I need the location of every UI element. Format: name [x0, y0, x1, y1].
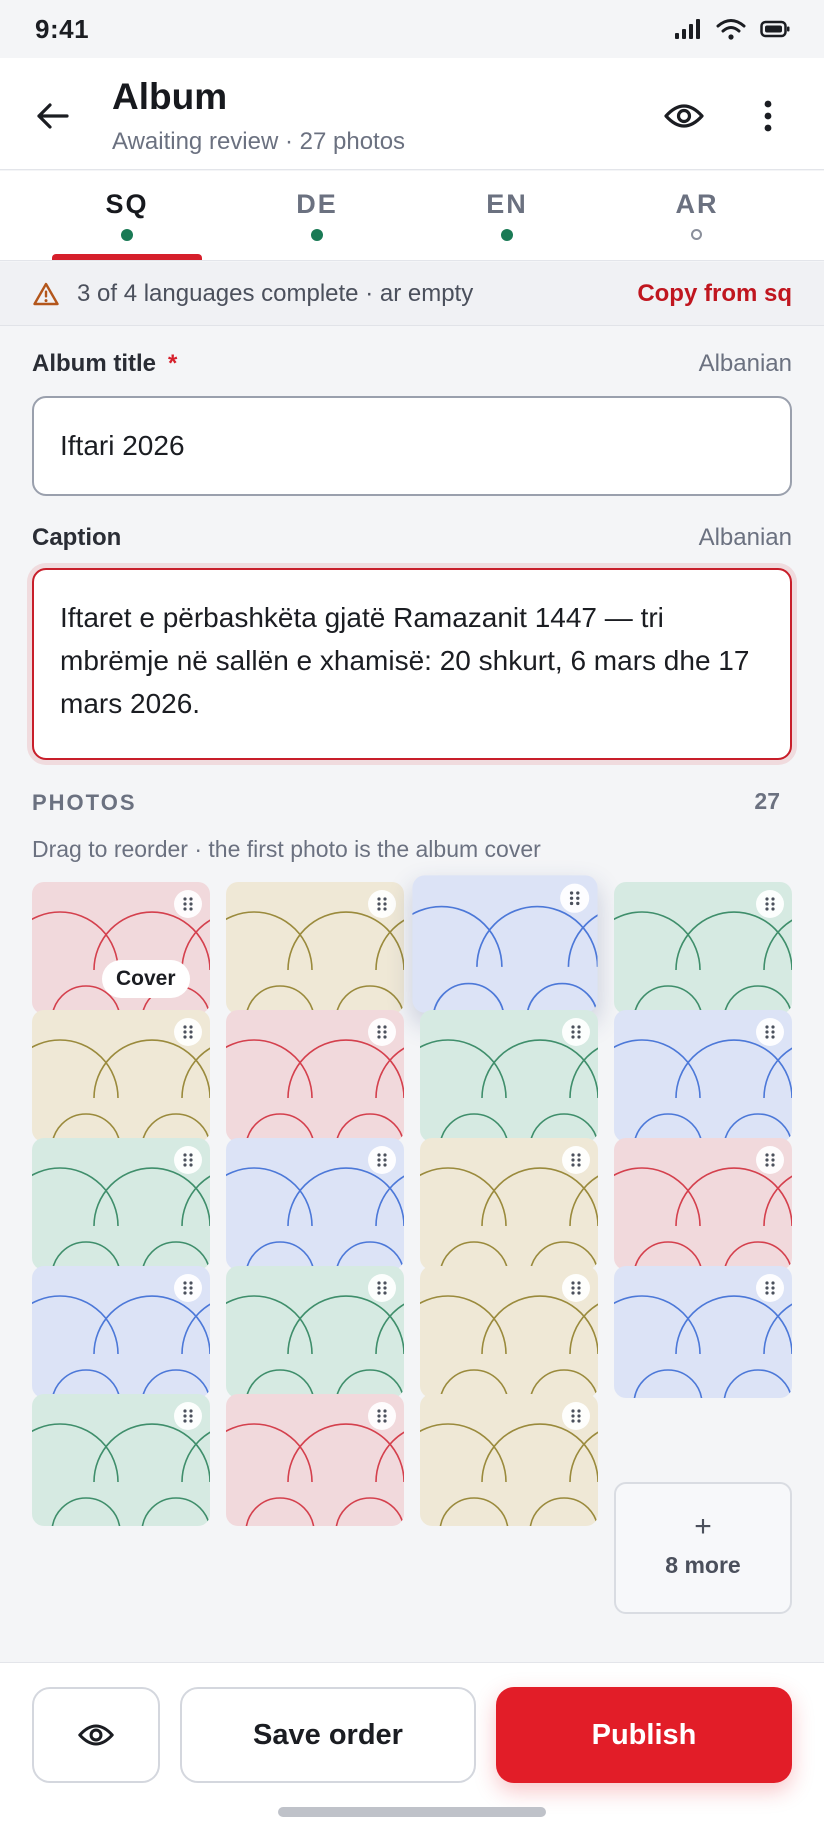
tab-label: AR: [675, 189, 719, 219]
more-photos-label: 8 more: [665, 1552, 741, 1578]
photos-hint: Drag to reorder · the first photo is the…: [32, 836, 541, 862]
drag-handle-icon[interactable]: [174, 1274, 202, 1302]
photo-tile[interactable]: [226, 882, 404, 1014]
drag-handle-icon[interactable]: [174, 890, 202, 918]
photo-tile[interactable]: [420, 1010, 598, 1142]
bottom-action-bar: Save order Publish: [0, 1662, 824, 1830]
drag-handle-icon[interactable]: [368, 1018, 396, 1046]
save-order-button[interactable]: Save order: [180, 1687, 476, 1783]
signal-icon: [675, 19, 700, 39]
more-vertical-icon: [764, 100, 772, 132]
status-icons: [674, 18, 790, 40]
home-indicator: [278, 1807, 546, 1817]
album-title-label: Album title *: [32, 350, 177, 378]
caption-language: Albanian: [698, 524, 792, 551]
drag-handle-icon[interactable]: [756, 1274, 784, 1302]
caption-label: Caption: [32, 524, 122, 551]
album-title-input[interactable]: Iftari 2026: [32, 396, 792, 496]
app-header: Album Awaiting review · 27 photos: [0, 58, 824, 170]
photo-tile[interactable]: [614, 1266, 792, 1398]
tab-en[interactable]: EN: [412, 171, 602, 261]
drag-handle-icon[interactable]: [562, 1274, 590, 1302]
photo-tile[interactable]: [412, 875, 598, 1013]
tab-de[interactable]: DE: [222, 171, 412, 261]
drag-handle-icon[interactable]: [562, 1402, 590, 1430]
drag-handle-icon[interactable]: [562, 1018, 590, 1046]
photo-tile[interactable]: [420, 1138, 598, 1270]
caption-textarea[interactable]: Iftaret e përbashkëta gjatë Ramazanit 14…: [32, 568, 792, 760]
back-button[interactable]: [30, 94, 74, 138]
cover-photo-tile[interactable]: Cover: [32, 882, 210, 1014]
photo-tile[interactable]: [614, 1010, 792, 1142]
wifi-icon: [716, 19, 746, 40]
empty-dot-icon: [691, 229, 702, 240]
album-title-label-text: Album title: [32, 350, 156, 377]
status-time: 9:41: [35, 14, 90, 44]
photo-tile[interactable]: [226, 1394, 404, 1526]
photos-section-title: PHOTOS: [32, 790, 137, 815]
notice-text: 3 of 4 languages complete · ar empty: [77, 280, 474, 307]
more-options-button[interactable]: [744, 94, 792, 138]
status-bar: 9:41: [0, 0, 824, 58]
eye-icon: [78, 1724, 114, 1746]
drag-handle-icon[interactable]: [756, 890, 784, 918]
tab-label: DE: [296, 189, 338, 219]
photos-count: 27: [754, 788, 780, 814]
photo-tile[interactable]: [226, 1266, 404, 1398]
drag-handle-icon[interactable]: [368, 890, 396, 918]
preview-album-button[interactable]: [32, 1687, 160, 1783]
photo-tile[interactable]: [226, 1138, 404, 1270]
warning-icon: [33, 282, 59, 306]
page-title: Album: [112, 76, 228, 117]
required-mark: *: [168, 350, 178, 377]
photo-tile[interactable]: [420, 1266, 598, 1398]
drag-handle-icon[interactable]: [368, 1274, 396, 1302]
photo-tile[interactable]: [32, 1394, 210, 1526]
eye-icon: [664, 104, 704, 128]
copy-from-sq-link[interactable]: Copy from sq: [637, 280, 792, 308]
completion-notice: 3 of 4 languages complete · ar empty Cop…: [0, 262, 824, 326]
album-title-language: Albanian: [698, 350, 792, 377]
drag-handle-icon[interactable]: [174, 1018, 202, 1046]
photo-tile[interactable]: [420, 1394, 598, 1526]
complete-dot-icon: [121, 229, 133, 241]
cover-badge: Cover: [102, 960, 190, 998]
drag-handle-icon[interactable]: [562, 1146, 590, 1174]
photo-tile[interactable]: [32, 1266, 210, 1398]
plus-icon: +: [694, 1510, 712, 1543]
photo-tile[interactable]: [32, 1010, 210, 1142]
tab-sq[interactable]: SQ: [32, 171, 222, 261]
photo-grid: + 8 more Cover: [32, 875, 792, 1614]
photo-tile[interactable]: [614, 1138, 792, 1270]
battery-icon: [760, 20, 790, 38]
complete-dot-icon: [311, 229, 323, 241]
publish-button[interactable]: Publish: [496, 1687, 792, 1783]
language-tabs: SQ DE EN AR: [0, 171, 824, 261]
tab-label: EN: [486, 189, 528, 219]
drag-handle-icon[interactable]: [368, 1402, 396, 1430]
preview-button[interactable]: [660, 94, 708, 138]
page-subtitle: Awaiting review · 27 photos: [112, 128, 406, 155]
active-tab-indicator: [52, 254, 202, 260]
complete-dot-icon: [501, 229, 513, 241]
drag-handle-icon[interactable]: [174, 1146, 202, 1174]
drag-handle-icon[interactable]: [174, 1402, 202, 1430]
photo-tile[interactable]: [32, 1138, 210, 1270]
drag-handle-icon[interactable]: [368, 1146, 396, 1174]
more-photos-tile[interactable]: + 8 more: [614, 1482, 792, 1614]
arrow-left-icon: [37, 103, 69, 129]
tab-label: SQ: [105, 189, 149, 219]
drag-handle-icon[interactable]: [756, 1146, 784, 1174]
photo-tile[interactable]: [226, 1010, 404, 1142]
photo-tile[interactable]: [614, 882, 792, 1014]
drag-handle-icon[interactable]: [756, 1018, 784, 1046]
drag-handle-icon[interactable]: [560, 883, 590, 913]
tab-ar[interactable]: AR: [602, 171, 792, 261]
